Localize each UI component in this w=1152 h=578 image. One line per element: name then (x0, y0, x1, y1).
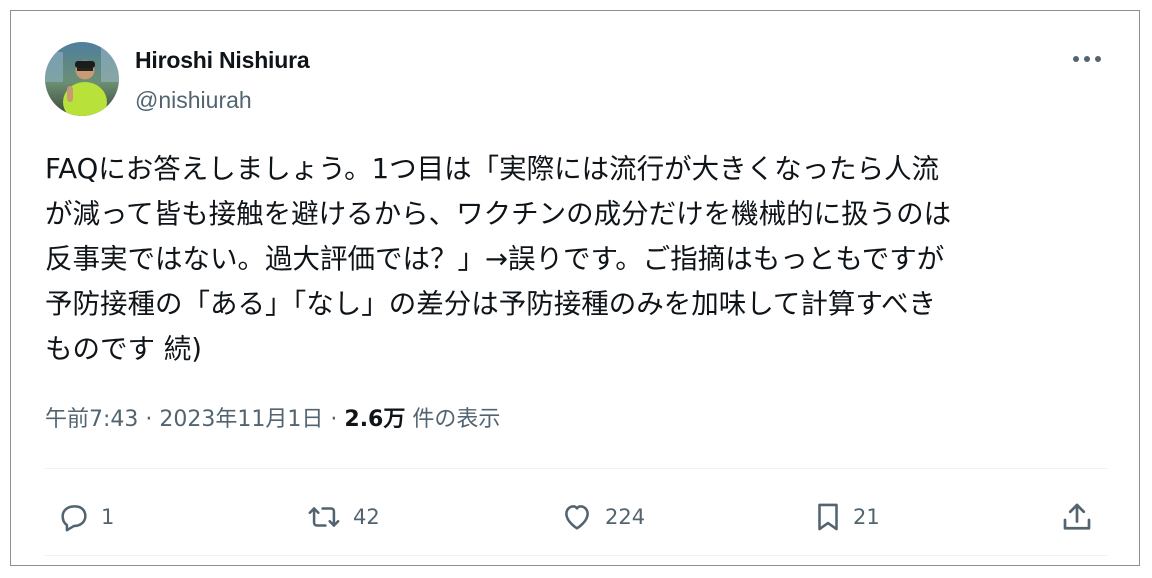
tweet-meta: 午前7:43 · 2023年11月1日 · 2.6万 件の表示 (45, 401, 500, 433)
tweet-line: 反事実ではない。過大評価では？」→誤りです。ご指摘はもっともですが (45, 243, 945, 275)
tweet-line: が減って皆も接触を避けるから、ワクチンの成分だけを機械的に扱うのは (45, 198, 952, 230)
reply-button[interactable]: 1 (55, 497, 114, 537)
tweet-time[interactable]: 午前7:43 (45, 407, 138, 432)
action-bar: 1 42 224 21 (11, 491, 1141, 541)
more-options-button[interactable] (1069, 47, 1105, 71)
tweet-line: ものです 続) (45, 333, 202, 365)
meta-separator: · (330, 407, 345, 432)
tweet-text: FAQにお答えしましょう。1つ目は「実際には流行が大きくなったら人流 が減って皆… (45, 147, 1115, 372)
bookmark-count: 21 (853, 505, 880, 529)
like-button[interactable]: 224 (557, 497, 645, 537)
more-icon (1073, 56, 1101, 62)
share-button[interactable] (1059, 497, 1095, 537)
reply-count: 1 (101, 505, 115, 529)
author-name[interactable]: Hiroshi Nishiura (135, 47, 310, 74)
like-icon (565, 505, 589, 530)
tweet-card: Hiroshi Nishiura @nishiurah FAQにお答えしましょう… (10, 10, 1140, 566)
like-count: 224 (605, 505, 646, 529)
repost-count: 42 (353, 505, 380, 529)
author-handle[interactable]: @nishiurah (135, 87, 252, 114)
views-count: 2.6万 (344, 407, 406, 432)
bookmark-icon (818, 503, 838, 531)
divider (45, 555, 1107, 556)
share-icon (1063, 503, 1091, 530)
reply-icon (61, 505, 87, 532)
repost-button[interactable]: 42 (303, 497, 380, 537)
repost-icon (308, 507, 340, 527)
tweet-date[interactable]: 2023年11月1日 (159, 407, 323, 432)
tweet-line: 予防接種の「ある」「なし」の差分は予防接種のみを加味して計算すべき (45, 288, 936, 320)
views-label: 件の表示 (412, 407, 501, 432)
tweet-line: FAQにお答えしましょう。1つ目は「実際には流行が大きくなったら人流 (45, 153, 940, 185)
avatar[interactable] (45, 42, 119, 116)
meta-separator: · (145, 407, 160, 432)
bookmark-button[interactable]: 21 (811, 497, 880, 537)
divider (45, 468, 1107, 469)
